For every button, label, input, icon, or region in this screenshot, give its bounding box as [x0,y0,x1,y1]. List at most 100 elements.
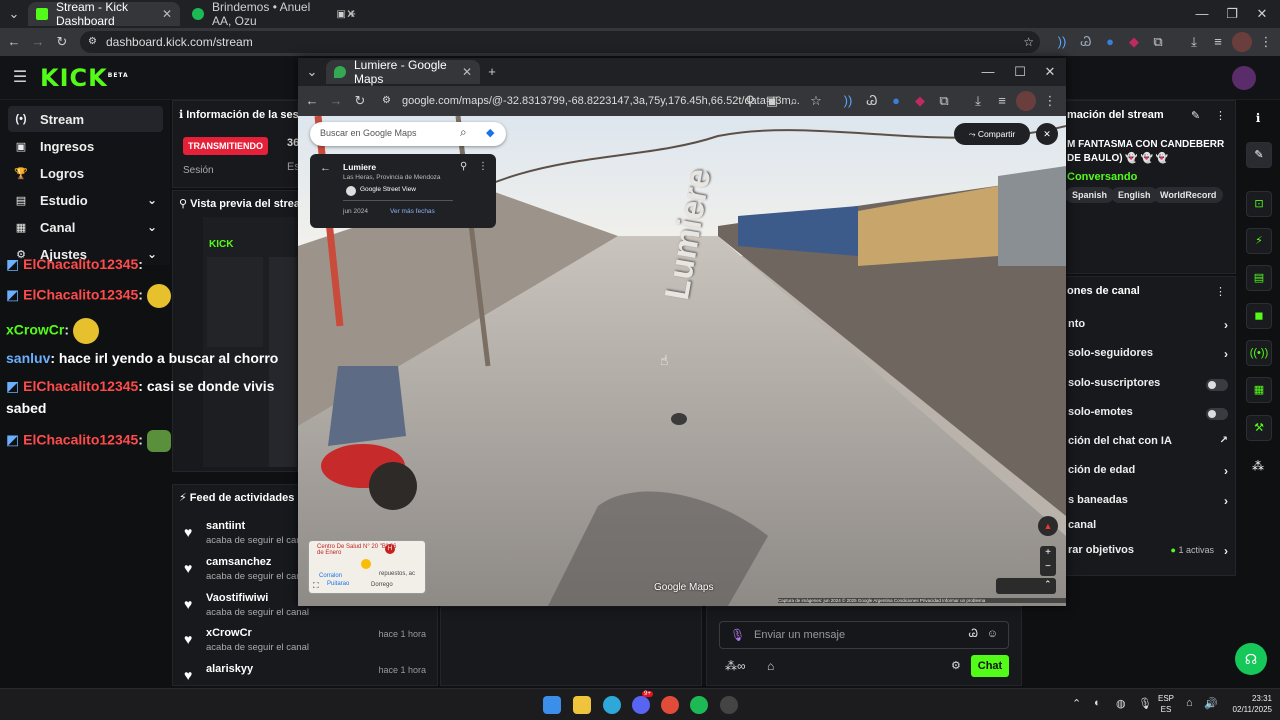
new-tab-button[interactable]: + [342,4,362,24]
sidebar-item-canal[interactable]: ▦ Canal ⌄ [8,214,163,240]
extension-wave-icon[interactable]: )) [838,91,858,111]
tab-google-maps[interactable]: Lumiere - Google Maps ✕ [326,58,480,86]
option-row[interactable]: ción de edad › [1068,464,1228,484]
directions-icon[interactable]: ◆ [486,126,494,139]
translate-extension-icon[interactable]: Ꮚ [1076,32,1096,52]
tag-chip[interactable]: English [1111,187,1158,203]
tab-search-icon[interactable]: ⌄ [302,62,322,82]
volume-icon[interactable]: 🔊 [1204,697,1218,710]
option-row[interactable]: nto › [1068,318,1228,338]
forward-icon[interactable]: → [326,91,346,111]
tag-chip[interactable]: Spanish [1065,187,1115,203]
layout-icon[interactable]: ▦ [1246,377,1272,403]
gift-icon[interactable]: ⌂ [767,659,774,673]
option-row[interactable]: s baneadas › [1068,494,1228,514]
cast-icon[interactable]: ▣ [762,91,782,111]
close-window-button[interactable]: ✕ [1040,62,1060,82]
discord-icon[interactable]: 9+ [632,691,653,714]
search-icon[interactable]: ⌕ [460,125,467,140]
back-arrow-icon[interactable]: ← [320,162,331,174]
option-row[interactable]: rar objetivos ● 1 activas › [1068,544,1228,564]
network-icon[interactable]: ⌂ [1186,697,1193,709]
feed-item[interactable]: ♥ xCrowCr acaba de seguir el canal hace 1 h… [184,627,434,663]
close-street-view-button[interactable]: ✕ [1036,123,1058,145]
extension-blue-icon[interactable]: ● [886,91,906,111]
reload-icon[interactable]: ↻ [350,91,370,111]
sidebar-item-logros[interactable]: 🏆 Logros [8,160,163,186]
edit-layout-icon[interactable]: ✎ [1246,142,1272,168]
chat-settings-icon[interactable]: ⚙ [951,659,961,672]
file-explorer-icon[interactable] [573,696,591,714]
street-view-canvas[interactable]: Lumiere ☝ Buscar en Google Maps ⌕ ◆ ← Lu… [298,116,1066,606]
stream-category[interactable]: Conversando [1067,171,1137,183]
preview-video[interactable]: KICK [203,217,299,467]
followers-toggle[interactable] [1206,379,1228,391]
bookmark-star-icon[interactable]: ☆ [806,91,826,111]
tray-chevron-up-icon[interactable]: ⌃ [1072,697,1081,710]
minimap[interactable]: Centro De Salud N° 20 "B" 26 de Enero H … [308,540,426,594]
option-row[interactable]: canal [1068,519,1228,539]
new-tab-button[interactable]: + [482,62,502,82]
option-row[interactable]: solo-seguidores › [1068,347,1228,367]
profile-avatar[interactable] [1232,32,1252,52]
chat-bubble-icon[interactable]: ◼ [1246,303,1272,329]
maps-address-bar[interactable]: ⚙ google.com/maps/@-32.8313799,-68.82231… [378,90,828,112]
sidebar-item-stream[interactable]: (•) Stream [8,106,163,132]
back-icon[interactable]: ← [4,32,24,52]
expand-map-icon[interactable]: ⛶ [313,581,319,591]
lightning-icon[interactable]: ⚡ [1246,228,1272,254]
language-indicator[interactable]: ESP ES [1158,693,1174,715]
zoom-controls[interactable]: + − [1040,546,1056,576]
edge-browser-icon[interactable] [603,696,621,714]
clock[interactable]: 23:31 02/11/2025 [1222,693,1272,715]
chat-username[interactable]: ElChacalito12345 [23,287,138,303]
extensions-puzzle-icon[interactable]: ⧉ [1148,32,1168,52]
site-info-icon[interactable]: ⚙ [382,90,391,112]
maps-search-input[interactable]: Buscar en Google Maps ⌕ ◆ [310,122,506,146]
chat-input[interactable]: 🎙 Enviar un mensaje Ꮚ ☺ [719,621,1009,649]
emotes-toggle[interactable] [1206,408,1228,420]
back-icon[interactable]: ← [302,91,322,111]
address-bar[interactable]: ⚙ dashboard.kick.com/stream ☆ [80,31,1040,53]
user-avatar[interactable] [1232,66,1256,90]
minimize-button[interactable]: — [1192,4,1212,24]
focus-icon[interactable]: ⊡ [1246,191,1272,217]
tab-spotify[interactable]: Brindemos • Anuel AA, Ozu ▣ ✕ [184,0,364,28]
sidebar-item-estudio[interactable]: ▤ Estudio ⌄ [8,187,163,213]
chat-username[interactable]: xCrowCr [6,322,64,338]
tab-search-icon[interactable]: ⌄ [4,4,24,24]
tag-chip[interactable]: WorldRecord [1153,187,1224,203]
forward-icon[interactable]: → [28,32,48,52]
close-window-button[interactable]: ✕ [1252,4,1272,24]
sidebar-item-ingresos[interactable]: ▣ Ingresos [8,133,163,159]
minimize-button[interactable]: — [978,62,998,82]
extension-shield-icon[interactable]: ◆ [910,91,930,111]
send-chat-button[interactable]: Chat [971,655,1009,677]
site-info-icon[interactable]: ⚙ [88,31,97,53]
info-icon[interactable]: ℹ [1248,108,1268,128]
chat-username[interactable]: sanluv [6,350,50,366]
photo-strip-toggle[interactable]: ⌃ [996,578,1056,594]
extension-blue-icon[interactable]: ● [1100,32,1120,52]
reload-icon[interactable]: ↻ [52,32,72,52]
chrome-icon[interactable] [661,696,679,714]
downloads-icon[interactable]: ⤓ [968,91,988,111]
share-button[interactable]: ⤳ Compartir [954,123,1030,145]
close-tab-icon[interactable]: ✕ [462,65,472,79]
chat-username[interactable]: ElChacalito12345 [23,256,138,272]
reading-list-icon[interactable]: ≡ [992,91,1012,111]
start-windows-icon[interactable] [543,696,561,714]
close-tab-icon[interactable]: ✕ [162,7,172,21]
points-icon[interactable]: ⁂∞ [725,659,746,673]
option-row[interactable]: ción del chat con IA ↗ [1068,435,1228,455]
extension-wave-icon[interactable]: )) [1052,32,1072,52]
points-icon[interactable]: ⁂ [1248,456,1268,476]
profile-avatar[interactable] [1016,91,1036,111]
tray-sync-icon[interactable]: ◐ [1094,697,1101,709]
more-icon[interactable]: ⋮ [478,161,488,172]
translate-extension-icon[interactable]: Ꮚ [862,91,882,111]
chat-username[interactable]: ElChacalito12345 [23,432,138,448]
document-icon[interactable]: ▤ [1246,265,1272,291]
tab-kick-dashboard[interactable]: Stream - Kick Dashboard ✕ [28,0,180,28]
kick-logo[interactable]: KICKBETA [40,64,129,92]
